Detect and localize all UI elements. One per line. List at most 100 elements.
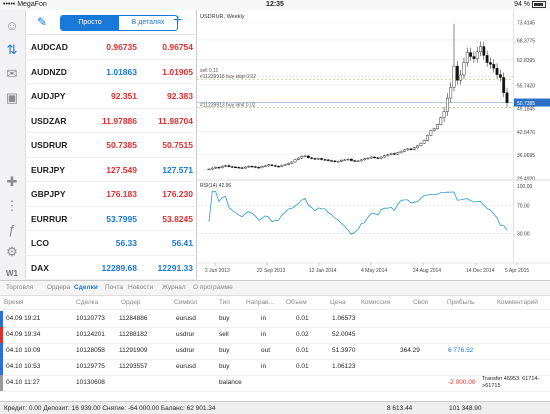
- candle: [429, 130, 433, 136]
- crosshair-icon[interactable]: ✚: [4, 174, 20, 190]
- column-header[interactable]: Цена: [330, 299, 346, 306]
- table-row[interactable]: 04.10 11:27 10130608 balance -2 000.00 Trans…: [0, 375, 550, 392]
- candle: [462, 62, 466, 76]
- tab-6[interactable]: О программе: [193, 284, 233, 291]
- toolbox-panel: Торговля Ордера Сделки Почта Новости Журнал О …: [0, 280, 550, 414]
- order-line-label: sell 0.11: [200, 68, 218, 74]
- chat-icon[interactable]: ✉: [4, 66, 20, 82]
- candle: [406, 148, 410, 151]
- quote-row[interactable]: EURJPY 127.549 127.571: [25, 158, 195, 182]
- candle: [210, 167, 214, 170]
- clock: 12:35: [266, 1, 284, 8]
- add-symbol-icon[interactable]: +: [173, 12, 182, 30]
- column-header[interactable]: Прибыль: [447, 299, 475, 306]
- tab-0[interactable]: Торговля: [6, 284, 33, 291]
- candle: [230, 166, 234, 168]
- battery-icon: [532, 0, 546, 8]
- quote-row[interactable]: USDZAR 11.97886 11.98704: [25, 109, 195, 133]
- column-header[interactable]: Время: [4, 299, 24, 306]
- candle: [263, 165, 267, 167]
- cell-swap: 364.29: [400, 347, 420, 354]
- new-chart-icon[interactable]: ▣: [4, 90, 20, 106]
- table-row[interactable]: 04.09 19:34 10124201 11288182 usdrur sell in 0…: [0, 327, 550, 344]
- quote-symbol: EURJPY: [31, 164, 66, 175]
- quote-row[interactable]: USDRUR 50.7385 50.7515: [25, 133, 195, 158]
- column-header[interactable]: Сделка: [76, 299, 98, 306]
- tab-5[interactable]: Журнал: [162, 284, 186, 291]
- tab-details[interactable]: В деталях: [119, 16, 177, 30]
- candle: [412, 147, 416, 150]
- candle: [498, 74, 502, 78]
- candle: [383, 155, 386, 158]
- cell-deal: 10128058: [76, 347, 105, 354]
- table-row[interactable]: 04.09 19:21 10120773 11284886 eurusd buy in 0.…: [0, 311, 550, 328]
- quote-row[interactable]: LCO 56.33 56.41: [25, 231, 195, 256]
- tab-3[interactable]: Почта: [105, 284, 123, 291]
- column-header[interactable]: Комиссия: [361, 299, 390, 306]
- quote-symbol: GBPJPY: [31, 189, 66, 199]
- quote-row[interactable]: AUDCAD 0.96735 0.96754: [25, 35, 195, 60]
- quote-row[interactable]: AUDNZD 1.01863 1.01905: [25, 60, 195, 84]
- cell-profit: -2 000.00: [448, 379, 476, 386]
- deal-type-marker: [0, 375, 3, 391]
- toolbox-tabs: Торговля Ордера Сделки Почта Новости Журнал О …: [0, 281, 550, 296]
- column-header[interactable]: Объем: [286, 299, 307, 306]
- price-axis-label: 68.3775: [517, 38, 535, 44]
- candle: [326, 159, 330, 161]
- trade-icon[interactable]: ⇅: [4, 42, 20, 58]
- candle: [240, 167, 244, 169]
- price-axis-label: 42.6470: [517, 130, 535, 136]
- candle: [495, 68, 499, 75]
- cell-type: buy: [219, 315, 230, 322]
- rsi-label: RSI(14) 42.96: [200, 183, 231, 189]
- column-header[interactable]: Направ...: [246, 299, 274, 306]
- candle: [330, 160, 333, 162]
- indicators-icon[interactable]: ƒ: [4, 222, 20, 238]
- candle: [465, 52, 469, 63]
- tab-simple[interactable]: Просто: [61, 16, 119, 30]
- cell-type: buy: [219, 347, 230, 354]
- cell-time: 04.10 10:53: [6, 363, 41, 370]
- price-axis-border: [513, 10, 514, 263]
- cell-volume: 0.01: [296, 363, 309, 370]
- edit-pencil-icon[interactable]: ✎: [37, 15, 47, 29]
- chart-panel[interactable]: 73.4145 68.3775 62.8395 55.7420 50.738549.18…: [196, 10, 550, 280]
- quote-row[interactable]: DAX 12289.68 12291.33: [25, 256, 195, 280]
- quote-bid: 11.97886: [102, 115, 137, 126]
- cell-deal: 10129775: [76, 363, 105, 370]
- quote-bid: 0.96735: [106, 42, 137, 52]
- column-header[interactable]: Символ: [174, 299, 197, 306]
- column-header[interactable]: Своп: [413, 299, 428, 306]
- objects-icon[interactable]: ⋮: [4, 198, 20, 214]
- cell-order: 11288182: [119, 331, 148, 338]
- accounts-icon[interactable]: ☺: [4, 18, 20, 34]
- candle: [253, 166, 257, 168]
- column-header[interactable]: Ордер: [121, 299, 141, 306]
- cell-profit: 6 776.52: [448, 347, 474, 354]
- candle: [310, 157, 314, 159]
- cell-type: buy: [219, 363, 230, 370]
- tab-1[interactable]: Ордера: [47, 284, 70, 291]
- chart-svg[interactable]: 73.4145 68.3775 62.8395 55.7420 50.738549.18…: [197, 10, 550, 280]
- candle: [277, 166, 280, 168]
- quote-row[interactable]: AUDJPY 92.351 92.383: [25, 84, 195, 109]
- quote-row[interactable]: EURRUR 53.7995 53.8245: [25, 207, 195, 231]
- tab-4[interactable]: Новости: [128, 284, 153, 291]
- candle: [336, 161, 340, 163]
- candle: [340, 160, 343, 162]
- candle: [214, 167, 218, 169]
- table-row[interactable]: 04.10 10:53 10129775 11293557 eurusd buy in 0.…: [0, 359, 550, 376]
- column-header[interactable]: Комментарий: [497, 299, 538, 306]
- quote-row[interactable]: GBPJPY 176.183 176.230: [25, 182, 195, 207]
- quote-bid: 53.7995: [106, 213, 137, 224]
- price-axis-label: 55.7420: [517, 83, 535, 89]
- quote-bid: 1.01863: [106, 66, 137, 77]
- candle: [333, 160, 337, 162]
- settings-icon[interactable]: ⚙: [4, 244, 20, 260]
- tab-2[interactable]: Сделки: [74, 284, 98, 291]
- table-row[interactable]: 04.10 10:09 10128058 11291909 usdrur buy out 0…: [0, 343, 550, 360]
- cell-price: 1.06123: [332, 363, 356, 370]
- column-header[interactable]: Тип: [219, 299, 230, 306]
- candle: [224, 165, 227, 167]
- cell-volume: 0.01: [296, 315, 309, 322]
